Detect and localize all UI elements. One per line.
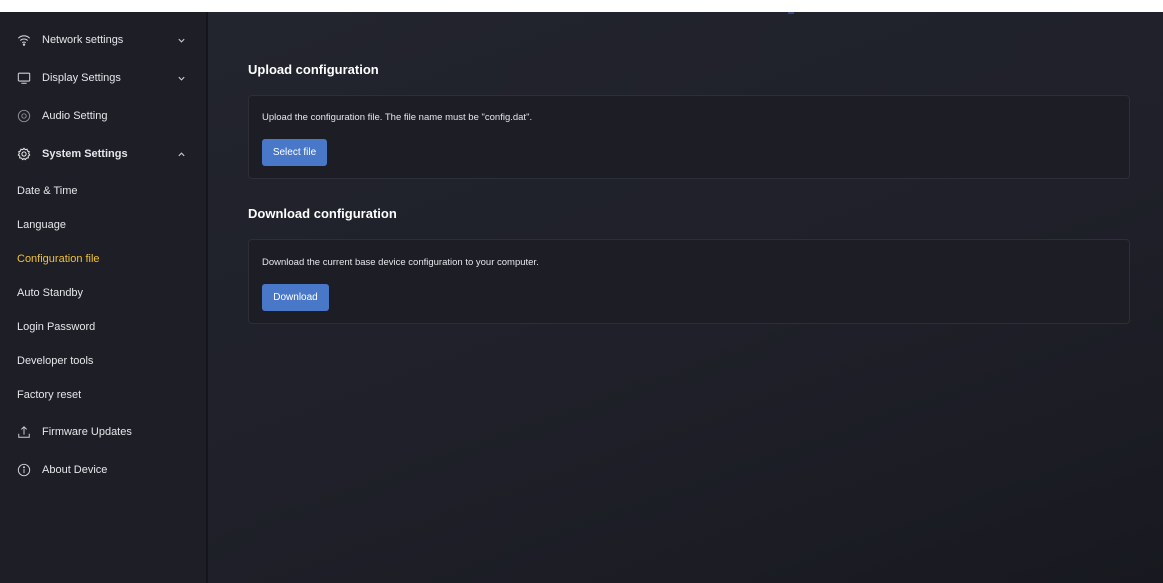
main-content: Upload configuration Upload the configur… — [208, 12, 1163, 583]
upload-section-title: Upload configuration — [248, 62, 379, 77]
sidebar-item-about-device[interactable]: About Device — [0, 456, 204, 484]
sidebar-item-audio-setting[interactable]: Audio Setting — [0, 102, 204, 130]
sidebar-subitem-date-time[interactable]: Date & Time — [0, 178, 204, 204]
upload-card: Upload the configuration file. The file … — [248, 95, 1130, 179]
sidebar-item-label: Firmware Updates — [42, 426, 132, 438]
sidebar-subitem-label: Date & Time — [17, 185, 78, 197]
download-section-title: Download configuration — [248, 206, 397, 221]
sidebar-subitem-label: Language — [17, 219, 66, 231]
upload-description: Upload the configuration file. The file … — [262, 112, 533, 123]
sidebar: Network settings Display Settings Audio … — [0, 12, 208, 583]
app-window: Network settings Display Settings Audio … — [0, 12, 1163, 583]
download-description: Download the current base device configu… — [262, 257, 539, 268]
sidebar-item-label: Audio Setting — [42, 110, 108, 122]
sidebar-subitem-configuration-file[interactable]: Configuration file — [0, 246, 204, 272]
speaker-icon — [17, 109, 31, 123]
download-card: Download the current base device configu… — [248, 239, 1130, 324]
sidebar-subitem-auto-standby[interactable]: Auto Standby — [0, 280, 204, 306]
upload-icon — [17, 425, 31, 439]
info-icon — [17, 463, 31, 477]
sidebar-subitem-label: Configuration file — [17, 253, 100, 265]
sidebar-item-label: About Device — [42, 464, 108, 476]
chevron-up-icon — [176, 149, 186, 159]
gear-icon — [17, 147, 31, 161]
sidebar-item-label: Network settings — [42, 34, 124, 46]
sidebar-subitem-label: Developer tools — [17, 355, 94, 367]
sidebar-item-network-settings[interactable]: Network settings — [0, 26, 204, 54]
select-file-button[interactable]: Select file — [262, 139, 327, 166]
sidebar-subitem-factory-reset[interactable]: Factory reset — [0, 382, 204, 408]
wifi-icon — [17, 33, 31, 47]
chevron-down-icon — [176, 35, 186, 45]
sidebar-subitem-label: Auto Standby — [17, 287, 84, 299]
sidebar-item-display-settings[interactable]: Display Settings — [0, 64, 204, 92]
sidebar-item-label: System Settings — [42, 148, 128, 160]
download-button[interactable]: Download — [262, 284, 329, 311]
sidebar-subitem-label: Factory reset — [17, 389, 82, 401]
sidebar-subitem-developer-tools[interactable]: Developer tools — [0, 348, 204, 374]
sidebar-subitem-label: Login Password — [17, 321, 96, 333]
chevron-down-icon — [176, 73, 186, 83]
sidebar-item-label: Display Settings — [42, 72, 121, 84]
monitor-icon — [17, 71, 31, 85]
top-indicator — [788, 12, 794, 14]
sidebar-subitem-language[interactable]: Language — [0, 212, 204, 238]
sidebar-subitem-login-password[interactable]: Login Password — [0, 314, 204, 340]
sidebar-item-system-settings[interactable]: System Settings — [0, 140, 204, 168]
sidebar-item-firmware-updates[interactable]: Firmware Updates — [0, 418, 204, 446]
